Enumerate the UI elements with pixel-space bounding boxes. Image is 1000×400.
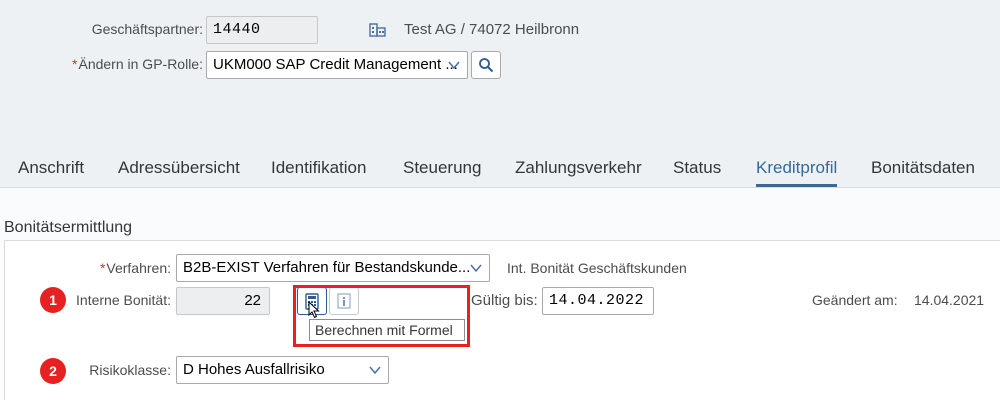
annotation-marker-1: 1 (40, 287, 66, 313)
verfahren-label-wrap: *Verfahren: (100, 260, 171, 276)
partner-field[interactable]: 14440 (206, 16, 318, 44)
geaendert-label: Geändert am: (812, 292, 898, 308)
tab-status[interactable]: Status (673, 158, 721, 178)
partner-label: Geschäftspartner: (91, 21, 203, 37)
risiko-select-value: D Hohes Ausfallrisiko (183, 361, 325, 378)
verfahren-select[interactable]: B2B-EXIST Verfahren für Bestandskunde... (176, 254, 490, 282)
role-select[interactable]: UKM000 SAP Credit Management ... (206, 51, 468, 79)
geaendert-value: 14.04.2021 (914, 292, 985, 308)
tab-steuerung[interactable]: Steuerung (403, 158, 481, 178)
bonitaet-value: 22 (244, 292, 261, 309)
search-icon (479, 58, 494, 73)
partner-name: Test AG / 74072 Heilbronn (404, 21, 580, 38)
required-marker: * (72, 56, 78, 72)
tab-anschrift[interactable]: Anschrift (18, 158, 84, 178)
tab-bonitaetsdaten[interactable]: Bonitätsdaten (871, 158, 975, 178)
verfahren-select-value: B2B-EXIST Verfahren für Bestandskunde... (183, 259, 471, 276)
tab-zahlungsverkehr[interactable]: Zahlungsverkehr (515, 158, 642, 178)
chevron-down-icon (470, 264, 482, 273)
bonitaet-field[interactable]: 22 (176, 287, 270, 315)
gueltig-label: Gültig bis: (471, 292, 538, 309)
tab-adressuebersicht[interactable]: Adressübersicht (118, 158, 240, 178)
chevron-down-icon (448, 61, 460, 70)
gueltig-field[interactable]: 14.04.2022 (542, 287, 654, 315)
role-label: Ändern in GP-Rolle: (78, 56, 203, 72)
bonitaet-label: Interne Bonität: (76, 292, 171, 308)
required-marker: * (99, 260, 106, 276)
role-search-button[interactable] (471, 51, 501, 79)
annotation-marker-2: 2 (40, 358, 66, 384)
tab-kreditprofil[interactable]: Kreditprofil (756, 158, 837, 178)
risiko-select[interactable]: D Hohes Ausfallrisiko (176, 356, 389, 384)
tab-identifikation[interactable]: Identifikation (271, 158, 366, 178)
section-title: Bonitätsermittlung (4, 219, 133, 236)
verfahren-label: Verfahren: (106, 260, 171, 276)
chevron-down-icon (369, 366, 381, 375)
calculate-tooltip: Berechnen mit Formel (309, 319, 465, 341)
role-select-value: UKM000 SAP Credit Management ... (213, 56, 458, 73)
role-label-wrap: *Ändern in GP-Rolle: (72, 56, 203, 72)
active-tab-indicator (756, 184, 837, 187)
company-icon (369, 20, 387, 43)
verfahren-description: Int. Bonität Geschäftskunden (507, 260, 687, 276)
risiko-label: Risikoklasse: (89, 362, 171, 378)
